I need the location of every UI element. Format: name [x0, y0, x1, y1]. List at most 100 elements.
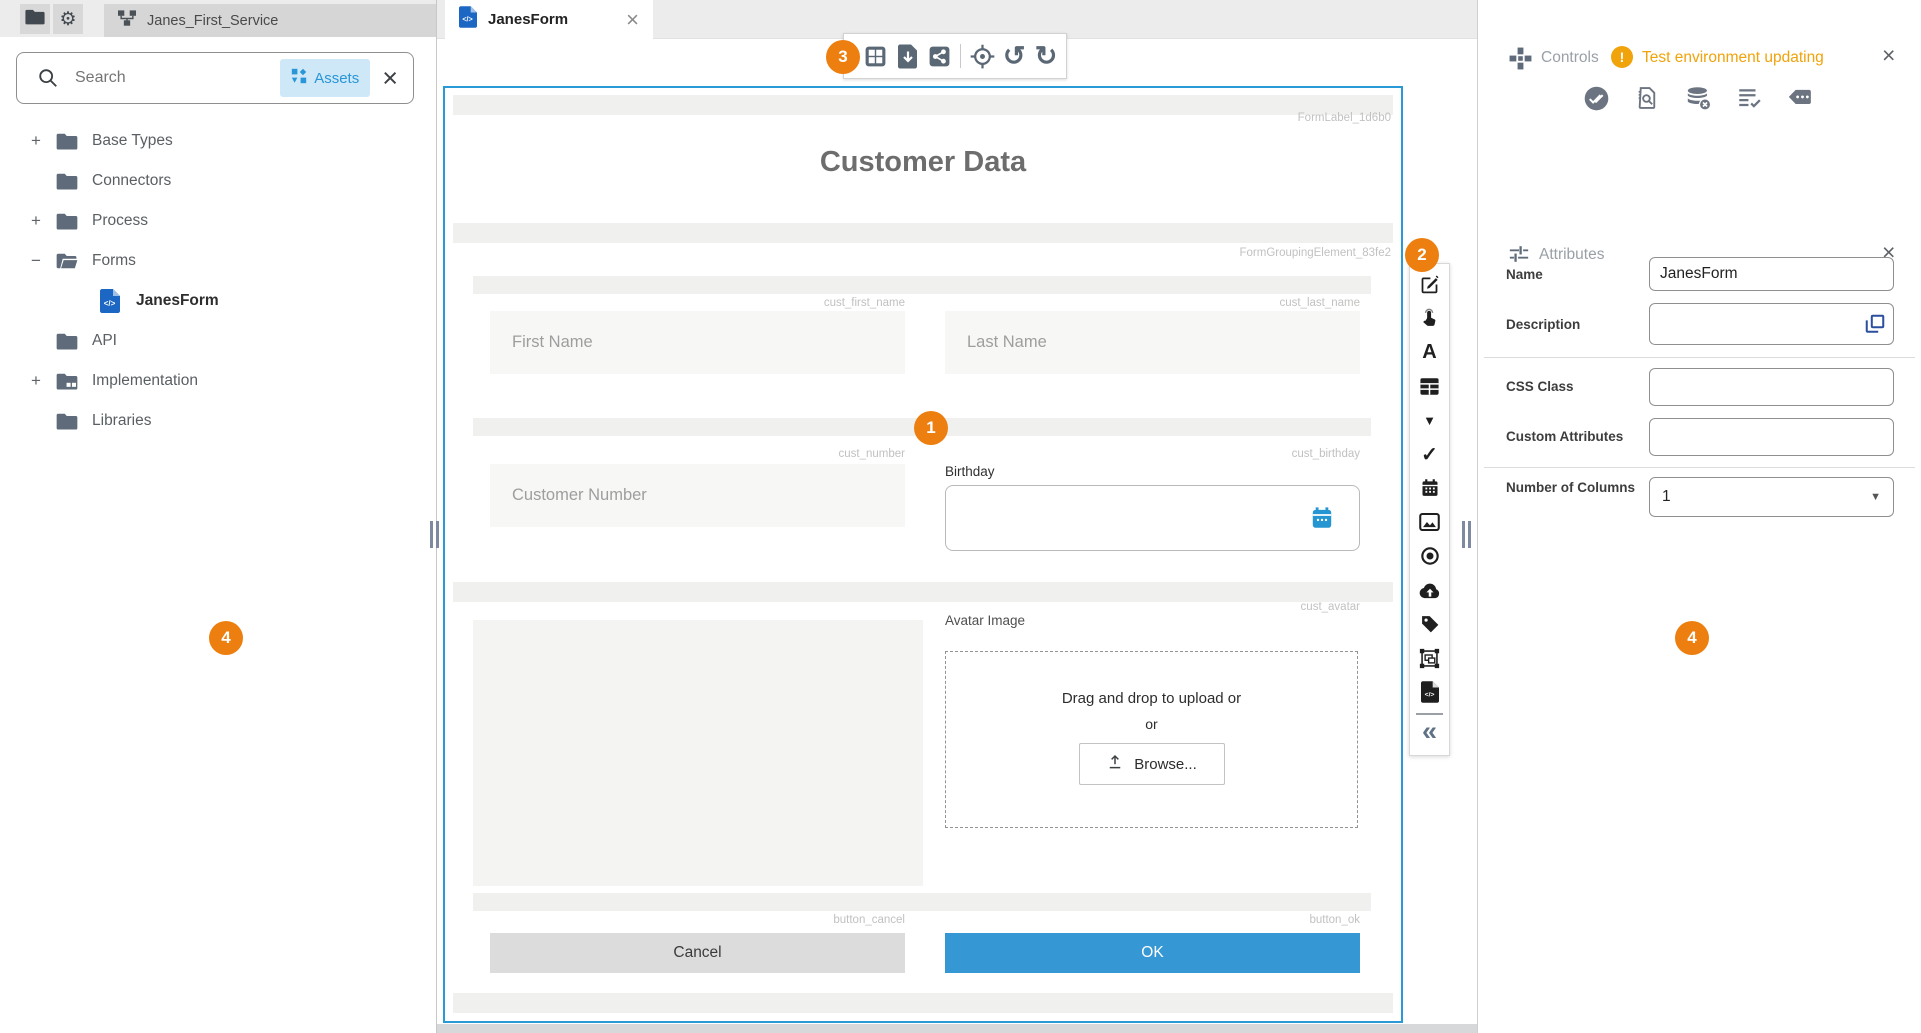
database-remove-button[interactable]: [1684, 84, 1712, 112]
upload-dropzone[interactable]: Drag and drop to upload or or Browse...: [945, 651, 1358, 828]
tree-item-label: Implementation: [92, 372, 198, 390]
expand-icon[interactable]: +: [26, 371, 46, 391]
control-palette: A ▼ ✓ </> «: [1409, 263, 1450, 756]
tab-label: JanesForm: [488, 11, 568, 28]
svg-text:</>: </>: [104, 299, 116, 308]
export-file-button[interactable]: [894, 41, 922, 71]
undo-button[interactable]: ↺: [1000, 41, 1028, 71]
collapse-minus-icon[interactable]: −: [26, 251, 46, 271]
project-tab[interactable]: Janes_First_Service: [104, 4, 436, 37]
avatar-placeholder[interactable]: [473, 620, 923, 886]
app-window: ⚙ Janes_First_Service Assets ×: [0, 0, 1921, 1033]
form-canvas[interactable]: FormLabel_1d6b0 Customer Data FormGroupi…: [443, 86, 1403, 1023]
comment-dots-button[interactable]: [1786, 84, 1814, 112]
css-class-field[interactable]: [1649, 368, 1894, 406]
customer-number-field[interactable]: Customer Number: [490, 464, 905, 527]
tree-item-label: Connectors: [92, 172, 171, 190]
number-of-columns-label: Number of Columns: [1506, 479, 1638, 497]
element-id-label: cust_first_name: [705, 297, 905, 309]
palette-item-image[interactable]: [1410, 505, 1449, 539]
palette-item-text-input[interactable]: [1410, 267, 1449, 301]
css-class-label: CSS Class: [1506, 378, 1638, 396]
controls-panel-title: Controls: [1541, 49, 1599, 67]
custom-attributes-label: Custom Attributes: [1506, 428, 1638, 446]
close-icon[interactable]: ×: [626, 9, 639, 31]
collapse-palette-button[interactable]: «: [1410, 717, 1449, 751]
layout-grid-button[interactable]: [862, 41, 890, 71]
folder-button[interactable]: [20, 4, 50, 34]
browse-button[interactable]: Browse...: [1079, 743, 1225, 785]
first-name-field[interactable]: First Name: [490, 311, 905, 374]
settings-button[interactable]: ⚙: [53, 4, 83, 34]
tree-item-label: Process: [92, 212, 148, 230]
search-icon: [37, 67, 59, 89]
palette-item-custom-code[interactable]: </>: [1410, 675, 1449, 709]
palette-item-button[interactable]: [1410, 301, 1449, 335]
assets-label: Assets: [314, 70, 359, 87]
element-id-label: FormGroupingElement_83fe2: [1240, 247, 1392, 259]
left-panel-resize-handle[interactable]: [430, 521, 441, 548]
tree-item-implementation[interactable]: + Implementation: [0, 361, 436, 401]
dropzone-text: Drag and drop to upload or: [1062, 690, 1241, 707]
palette-item-upload[interactable]: [1410, 573, 1449, 607]
step-badge-4-left: 4: [209, 621, 243, 655]
folder-icon: [56, 412, 80, 430]
expand-icon[interactable]: +: [26, 131, 46, 151]
tree-item-forms[interactable]: − Forms: [0, 241, 436, 281]
tree-item-api[interactable]: API: [0, 321, 436, 361]
palette-item-tag[interactable]: [1410, 607, 1449, 641]
tree-item-process[interactable]: + Process: [0, 201, 436, 241]
tree-item-base-types[interactable]: + Base Types: [0, 121, 436, 161]
document-search-button[interactable]: [1633, 84, 1661, 112]
tree-item-connectors[interactable]: Connectors: [0, 161, 436, 201]
redo-button[interactable]: ↻: [1032, 41, 1060, 71]
birthday-label: Birthday: [945, 464, 995, 479]
last-name-field[interactable]: Last Name: [945, 311, 1360, 374]
code-file-icon: </>: [100, 289, 124, 313]
tree-item-janesform[interactable]: </> JanesForm: [0, 281, 436, 321]
description-field[interactable]: [1650, 304, 1850, 344]
right-panel-resize-handle[interactable]: [1462, 521, 1473, 548]
dropzone-or-text: or: [1145, 716, 1157, 732]
palette-item-label[interactable]: A: [1410, 335, 1449, 369]
share-button[interactable]: [926, 41, 954, 71]
search-input[interactable]: [75, 69, 280, 87]
ok-button[interactable]: OK: [945, 933, 1360, 973]
description-field-wrap: [1649, 303, 1894, 345]
horizontal-scrollbar[interactable]: [437, 1024, 1477, 1033]
folder-icon: [56, 212, 80, 230]
tree-item-label: JanesForm: [136, 292, 219, 310]
palette-item-table[interactable]: [1410, 369, 1449, 403]
close-icon[interactable]: ×: [1882, 44, 1895, 67]
birthday-input[interactable]: [945, 485, 1360, 551]
list-check-button[interactable]: [1735, 84, 1763, 112]
expand-icon[interactable]: +: [26, 211, 46, 231]
close-icon[interactable]: ×: [382, 65, 398, 92]
editor-tab-janesform[interactable]: </> JanesForm ×: [445, 0, 653, 39]
description-label: Description: [1506, 316, 1638, 334]
copy-icon[interactable]: [1864, 313, 1886, 340]
palette-item-dropdown[interactable]: ▼: [1410, 403, 1449, 437]
form-title[interactable]: Customer Data: [445, 146, 1401, 179]
controls-actions: [1582, 84, 1814, 112]
palette-item-datepicker[interactable]: [1410, 471, 1449, 505]
palette-item-checkbox[interactable]: ✓: [1410, 437, 1449, 471]
palette-item-group[interactable]: [1410, 641, 1449, 675]
placeholder-strip: [453, 993, 1393, 1013]
name-field[interactable]: [1649, 257, 1894, 291]
tree-item-libraries[interactable]: Libraries: [0, 401, 436, 441]
step-badge-3: 3: [826, 40, 860, 74]
palette-item-radio[interactable]: [1410, 539, 1449, 573]
cancel-button[interactable]: Cancel: [490, 933, 905, 973]
canvas-toolbar: ↺ ↻: [843, 33, 1067, 79]
approve-check-button[interactable]: [1582, 84, 1610, 112]
project-tab-label: Janes_First_Service: [147, 13, 278, 29]
target-button[interactable]: [968, 41, 996, 71]
number-of-columns-select[interactable]: 1 ▼: [1649, 477, 1894, 517]
calendar-icon[interactable]: [1309, 505, 1335, 536]
avatar-image-label: Avatar Image: [945, 613, 1025, 628]
browse-button-label: Browse...: [1134, 756, 1197, 773]
custom-attributes-field[interactable]: [1649, 418, 1894, 456]
assets-filter-chip[interactable]: Assets: [280, 59, 370, 97]
toolbar-divider: [960, 44, 961, 68]
